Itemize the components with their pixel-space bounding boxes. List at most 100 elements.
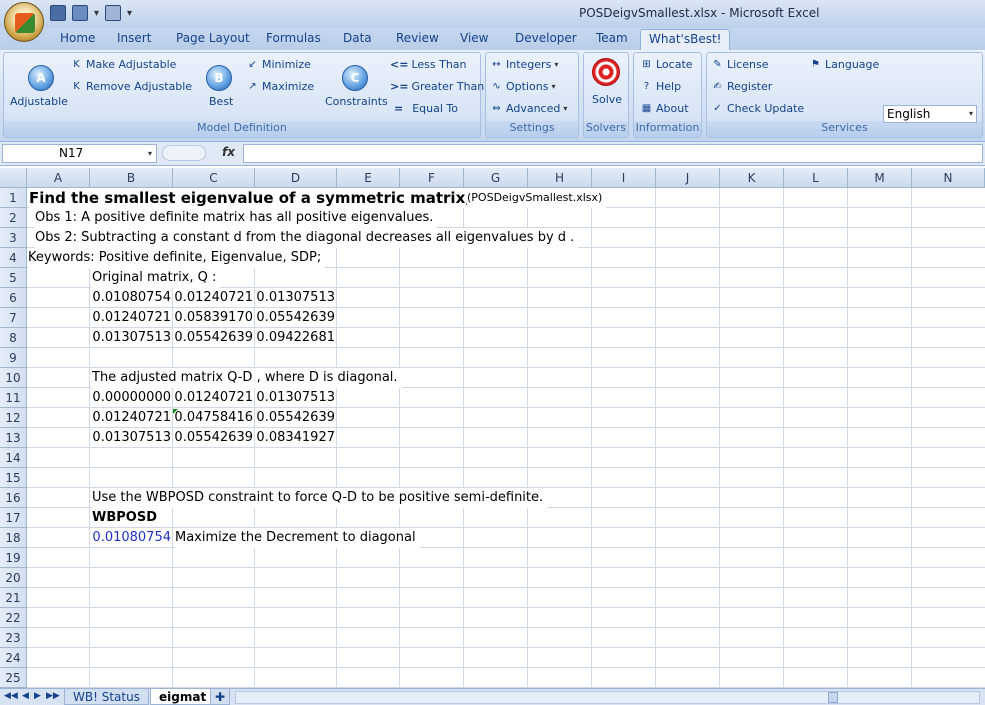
sheet-tab-wb-status[interactable]: WB! Status	[64, 689, 149, 705]
about-button[interactable]: ▦ About	[640, 102, 689, 115]
column-header-c[interactable]: C	[173, 168, 255, 188]
column-header-n[interactable]: N	[912, 168, 985, 188]
cell-c13[interactable]: 0.05542639	[173, 428, 253, 448]
row-header-8[interactable]: 8	[0, 328, 27, 348]
formula-bar-handle[interactable]	[162, 145, 206, 161]
advanced-button[interactable]: ⇔ Advanced ▾	[490, 102, 567, 115]
adjustable-icon[interactable]: A	[28, 65, 54, 91]
cell-c6[interactable]: 0.01240721	[173, 288, 253, 308]
cell-b11[interactable]: 0.00000000	[90, 388, 171, 408]
row-header-2[interactable]: 2	[0, 208, 27, 228]
license-button[interactable]: ✎ License	[711, 58, 768, 71]
row-header-12[interactable]: 12	[0, 408, 27, 428]
row-header-9[interactable]: 9	[0, 348, 27, 368]
save-icon[interactable]	[50, 5, 66, 21]
best-button[interactable]: Best	[209, 95, 233, 108]
row-header-10[interactable]: 10	[0, 368, 27, 388]
cell-b6[interactable]: 0.01080754	[90, 288, 171, 308]
row-header-3[interactable]: 3	[0, 228, 27, 248]
row-header-21[interactable]: 21	[0, 588, 27, 608]
column-header-l[interactable]: L	[784, 168, 848, 188]
cell-d11[interactable]: 0.01307513	[255, 388, 335, 408]
integers-button[interactable]: ↔ Integers ▾	[490, 58, 558, 71]
scroll-thumb[interactable]	[828, 692, 838, 703]
row-header-24[interactable]: 24	[0, 648, 27, 668]
tab-page-layout[interactable]: Page Layout	[176, 31, 250, 45]
solve-button[interactable]: Solve	[592, 93, 622, 106]
tab-home[interactable]: Home	[60, 31, 95, 45]
cell-a2-obs1[interactable]: Obs 1: A positive definite matrix has al…	[35, 208, 438, 228]
language-button[interactable]: ⚑ Language	[809, 58, 879, 71]
column-header-a[interactable]: A	[27, 168, 90, 188]
minimize-button[interactable]: ↙ Minimize	[246, 58, 311, 71]
adjustable-button[interactable]: Adjustable	[10, 95, 68, 108]
formula-input[interactable]	[243, 144, 983, 163]
row-header-25[interactable]: 25	[0, 668, 27, 688]
remove-adjustable-button[interactable]: K Remove Adjustable	[70, 80, 192, 93]
cell-b8[interactable]: 0.01307513	[90, 328, 171, 348]
cell-b13[interactable]: 0.01307513	[90, 428, 171, 448]
column-header-m[interactable]: M	[848, 168, 912, 188]
column-header-e[interactable]: E	[337, 168, 400, 188]
cell-d7[interactable]: 0.05542639	[255, 308, 335, 328]
tab-whatsbest[interactable]: What'sBest!	[640, 29, 731, 51]
row-header-19[interactable]: 19	[0, 548, 27, 568]
cell-b12[interactable]: 0.01240721	[90, 408, 171, 428]
horizontal-scrollbar[interactable]	[235, 691, 980, 704]
row-header-23[interactable]: 23	[0, 628, 27, 648]
row-header-16[interactable]: 16	[0, 488, 27, 508]
tab-developer[interactable]: Developer	[515, 31, 577, 45]
locate-button[interactable]: ⊞ Locate	[640, 58, 692, 71]
column-header-i[interactable]: I	[592, 168, 656, 188]
cell-b17-decrement[interactable]: 0.01080754	[90, 528, 171, 548]
greater-than-button[interactable]: >= Greater Than	[390, 80, 484, 93]
tab-review[interactable]: Review	[396, 31, 439, 45]
customize-qat-icon[interactable]: ▾	[127, 8, 132, 19]
select-all-button[interactable]	[0, 168, 27, 188]
insert-sheet-icon[interactable]: ✚	[210, 689, 231, 705]
insert-function-icon[interactable]: fx	[222, 145, 235, 159]
row-header-5[interactable]: 5	[0, 268, 27, 288]
column-header-k[interactable]: K	[720, 168, 784, 188]
cell-a3-obs2[interactable]: Obs 2: Subtracting a constant d from the…	[35, 228, 579, 248]
column-header-g[interactable]: G	[464, 168, 528, 188]
row-header-17[interactable]: 17	[0, 508, 27, 528]
cell-area[interactable]: Find the smallest eigenvalue of a symmet…	[27, 188, 985, 688]
options-button[interactable]: ∿ Options ▾	[490, 80, 555, 93]
cell-c8[interactable]: 0.05542639	[173, 328, 253, 348]
last-sheet-icon[interactable]: ▶▶	[46, 691, 60, 701]
row-header-14[interactable]: 14	[0, 448, 27, 468]
row-header-20[interactable]: 20	[0, 568, 27, 588]
row-header-6[interactable]: 6	[0, 288, 27, 308]
name-box[interactable]: N17 ▾	[2, 144, 157, 163]
register-button[interactable]: ✍ Register	[711, 80, 772, 93]
cell-a1-title[interactable]: Find the smallest eigenvalue of a symmet…	[29, 188, 478, 208]
best-icon[interactable]: B	[206, 65, 232, 91]
next-sheet-icon[interactable]: ▶	[34, 691, 41, 701]
column-header-b[interactable]: B	[90, 168, 173, 188]
cell-b10-adjusted-label[interactable]: The adjusted matrix Q-D , where D is dia…	[92, 368, 402, 388]
cell-b5-original-label[interactable]: Original matrix, Q :	[92, 268, 221, 288]
row-header-4[interactable]: 4	[0, 248, 27, 268]
constraints-icon[interactable]: C	[342, 65, 368, 91]
cell-c11[interactable]: 0.01240721	[173, 388, 253, 408]
sheet-tab-eigmat[interactable]: eigmat	[150, 689, 216, 705]
tab-formulas[interactable]: Formulas	[266, 31, 321, 45]
row-header-11[interactable]: 11	[0, 388, 27, 408]
column-header-j[interactable]: J	[656, 168, 720, 188]
office-button[interactable]	[4, 2, 44, 42]
cell-b15-use-text[interactable]: Use the WBPOSD constraint to force Q-D t…	[92, 488, 548, 508]
column-header-d[interactable]: D	[255, 168, 337, 188]
cell-d8[interactable]: 0.09422681	[255, 328, 335, 348]
row-header-1[interactable]: 1	[0, 188, 27, 208]
cell-c12[interactable]: 0.04758416	[173, 408, 253, 428]
redo-icon[interactable]	[105, 5, 122, 21]
row-header-13[interactable]: 13	[0, 428, 27, 448]
cell-b7[interactable]: 0.01240721	[90, 308, 171, 328]
row-header-22[interactable]: 22	[0, 608, 27, 628]
solve-icon[interactable]	[592, 58, 620, 86]
cell-d6[interactable]: 0.01307513	[255, 288, 335, 308]
constraints-button[interactable]: Constraints	[325, 95, 388, 108]
tab-team[interactable]: Team	[596, 31, 628, 45]
cell-c7[interactable]: 0.05839170	[173, 308, 253, 328]
